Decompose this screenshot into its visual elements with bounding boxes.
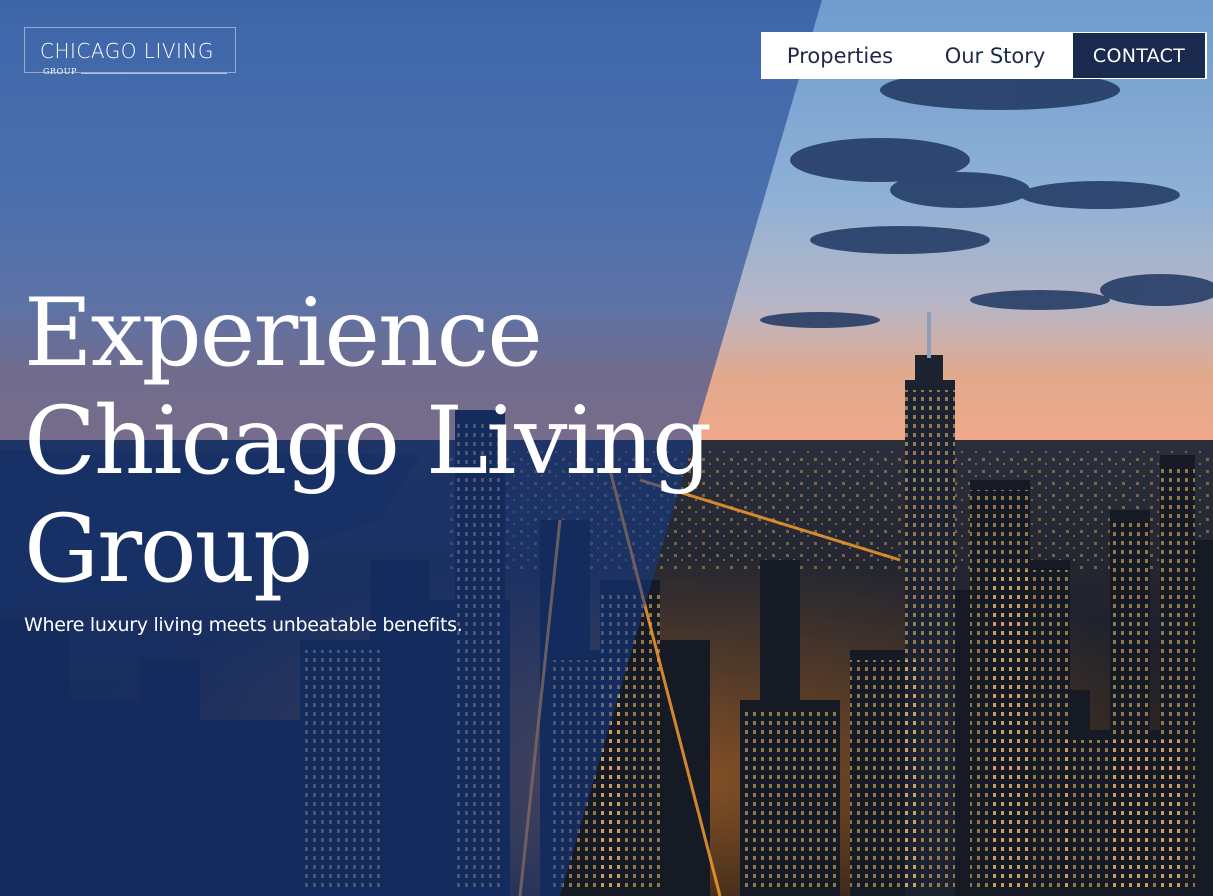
hero-headline-line-3: Group	[24, 495, 313, 604]
brand-name: CHICAGO LIVING	[40, 39, 214, 63]
hero-headline: Experience Chicago Living Group	[24, 279, 712, 604]
brand-logo[interactable]: CHICAGO LIVING GROUP	[24, 27, 236, 76]
contact-button[interactable]: CONTACT	[1073, 33, 1205, 78]
brand-sub: GROUP	[43, 67, 78, 76]
hero-headline-line-1: Experience	[24, 279, 543, 388]
nav-link-our-story[interactable]: Our Story	[919, 32, 1071, 79]
landing-page: CHICAGO LIVING GROUP Properties Our Stor…	[0, 0, 1213, 896]
nav-link-properties[interactable]: Properties	[761, 32, 919, 79]
brand-divider	[81, 73, 227, 74]
main-nav: Properties Our Story CONTACT	[761, 32, 1207, 79]
hero-tagline: Where luxury living meets unbeatable ben…	[24, 614, 463, 636]
hero-headline-line-2: Chicago Living	[24, 387, 712, 496]
